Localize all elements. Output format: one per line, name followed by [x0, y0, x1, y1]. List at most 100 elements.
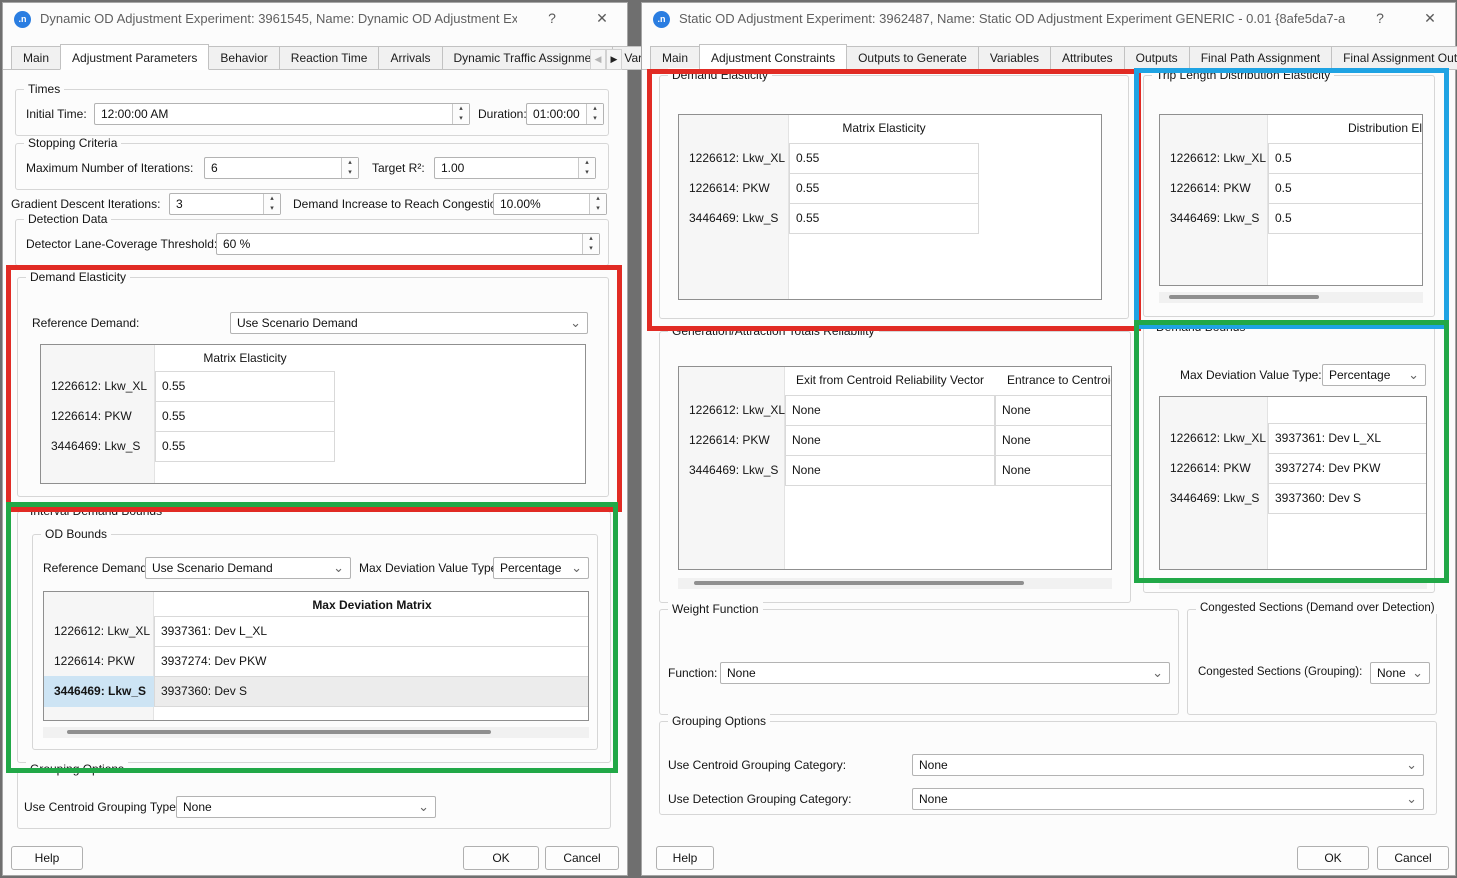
cancel-button[interactable]: Cancel: [545, 846, 619, 870]
row-header[interactable]: 1226612: Lkw_XL: [679, 143, 789, 174]
cell[interactable]: 0.55: [155, 401, 335, 432]
row-header[interactable]: 3446469: Lkw_S: [1160, 483, 1268, 514]
duration-spinbox[interactable]: 01:00:00 ▴ ▾: [526, 103, 604, 125]
cell[interactable]: None: [995, 395, 1112, 426]
cell[interactable]: 3937274: Dev PKW: [154, 646, 589, 677]
row-header[interactable]: 1226614: PKW: [44, 646, 154, 677]
od-reference-demand-select[interactable]: Use Scenario Demand ⌄: [145, 557, 351, 579]
spin-up-icon[interactable]: ▴: [587, 104, 603, 114]
tab-outputs-to-generate[interactable]: Outputs to Generate: [846, 46, 979, 70]
cell[interactable]: 3937360: Dev S: [1268, 483, 1427, 514]
row-header[interactable]: 1226614: PKW: [1160, 453, 1268, 484]
initial-time-spinbox[interactable]: 12:00:00 AM ▴ ▾: [94, 103, 470, 125]
lane-coverage-threshold-spinbox[interactable]: 60 % ▴ ▾: [216, 233, 600, 255]
spin-up-icon[interactable]: ▴: [583, 234, 599, 244]
row-header[interactable]: 3446469: Lkw_S: [679, 203, 789, 234]
row-header[interactable]: 1226612: Lkw_XL: [1160, 143, 1268, 174]
gradient-iterations-spinbox[interactable]: 3 ▴ ▾: [169, 193, 281, 215]
spin-up-icon[interactable]: ▴: [453, 104, 469, 114]
close-icon[interactable]: ✕: [593, 10, 611, 27]
row-header[interactable]: 1226614: PKW: [679, 173, 789, 204]
max-iterations-spinbox[interactable]: 6 ▴ ▾: [204, 157, 359, 179]
spin-up-icon[interactable]: ▴: [579, 158, 595, 168]
cell[interactable]: None: [995, 425, 1112, 456]
row-header[interactable]: 3446469: Lkw_S: [679, 455, 785, 486]
cancel-button[interactable]: Cancel: [1377, 846, 1449, 870]
centroid-grouping-category-select[interactable]: None ⌄: [912, 754, 1424, 776]
function-select[interactable]: None ⌄: [720, 662, 1170, 684]
help-icon[interactable]: ?: [543, 10, 561, 26]
row-header[interactable]: 1226612: Lkw_XL: [1160, 423, 1268, 454]
spin-up-icon[interactable]: ▴: [590, 194, 606, 204]
row-header[interactable]: 1226614: PKW: [41, 401, 155, 432]
scrollbar-thumb[interactable]: [1169, 295, 1319, 299]
max-deviation-type-select[interactable]: Percentage ⌄: [1322, 364, 1426, 386]
spin-up-icon[interactable]: ▴: [342, 158, 358, 168]
spin-down-icon[interactable]: ▾: [579, 168, 595, 178]
centroid-grouping-type-select[interactable]: None ⌄: [176, 796, 436, 818]
row-header[interactable]: 3446469: Lkw_S: [41, 431, 155, 462]
tab-main[interactable]: Main: [11, 46, 61, 70]
tab-reaction-time[interactable]: Reaction Time: [279, 46, 380, 70]
spinner-buttons[interactable]: ▴ ▾: [263, 194, 280, 214]
row-header[interactable]: 1226612: Lkw_XL: [679, 395, 785, 426]
scrollbar-thumb[interactable]: [67, 730, 491, 734]
tab-adjustment-parameters[interactable]: Adjustment Parameters: [60, 44, 209, 70]
spin-down-icon[interactable]: ▾: [342, 168, 358, 178]
cell[interactable]: None: [785, 395, 995, 426]
spinner-buttons[interactable]: ▴ ▾: [582, 234, 599, 254]
cell[interactable]: None: [785, 425, 995, 456]
tab-final-path-assignment[interactable]: Final Path Assignment: [1189, 46, 1332, 70]
target-r2-spinbox[interactable]: 1.00 ▴ ▾: [434, 157, 596, 179]
detection-grouping-category-select[interactable]: None ⌄: [912, 788, 1424, 810]
cell[interactable]: 3937361: Dev L_XL: [154, 616, 589, 647]
ok-button[interactable]: OK: [1297, 846, 1369, 870]
spin-down-icon[interactable]: ▾: [264, 204, 280, 214]
demand-increase-spinbox[interactable]: 10.00% ▴ ▾: [493, 193, 607, 215]
reference-demand-select[interactable]: Use Scenario Demand ⌄: [230, 312, 588, 334]
close-icon[interactable]: ✕: [1421, 10, 1439, 27]
tab-final-assignment-outputs[interactable]: Final Assignment Outputs: [1331, 46, 1457, 70]
spin-down-icon[interactable]: ▾: [583, 244, 599, 254]
spinner-buttons[interactable]: ▴ ▾: [589, 194, 606, 214]
cell[interactable]: None: [995, 455, 1112, 486]
tab-arrivals[interactable]: Arrivals: [378, 46, 442, 70]
spinner-buttons[interactable]: ▴ ▾: [578, 158, 595, 178]
tab-scroll-left-icon[interactable]: ◀: [590, 49, 606, 70]
help-icon[interactable]: ?: [1371, 10, 1389, 26]
ok-button[interactable]: OK: [463, 846, 539, 870]
cell[interactable]: 0.55: [155, 371, 335, 402]
cell[interactable]: 3937361: Dev L_XL: [1268, 423, 1427, 454]
cell-selected[interactable]: 3937360: Dev S: [154, 676, 589, 707]
help-button[interactable]: Help: [656, 846, 714, 870]
spin-up-icon[interactable]: ▴: [264, 194, 280, 204]
cell[interactable]: 0.55: [155, 431, 335, 462]
spinner-buttons[interactable]: ▴ ▾: [452, 104, 469, 124]
spin-down-icon[interactable]: ▾: [453, 114, 469, 124]
row-header-selected[interactable]: 3446469: Lkw_S: [44, 676, 154, 707]
horizontal-scrollbar[interactable]: [43, 727, 589, 738]
cell[interactable]: 0.55: [789, 203, 979, 234]
tab-behavior[interactable]: Behavior: [208, 46, 279, 70]
tab-adjustment-constraints[interactable]: Adjustment Constraints: [699, 44, 847, 70]
max-deviation-type-select[interactable]: Percentage ⌄: [493, 557, 589, 579]
horizontal-scrollbar[interactable]: [678, 578, 1112, 589]
horizontal-scrollbar[interactable]: [1159, 578, 1427, 589]
tab-dynamic-traffic-assignment[interactable]: Dynamic Traffic Assignment: [442, 46, 614, 70]
cell[interactable]: 0.5: [1268, 203, 1423, 234]
tab-scroll-right-icon[interactable]: ▶: [606, 49, 622, 70]
row-header[interactable]: 1226612: Lkw_XL: [44, 616, 154, 647]
cell[interactable]: 0.5: [1268, 143, 1423, 174]
spinner-buttons[interactable]: ▴ ▾: [586, 104, 603, 124]
spin-down-icon[interactable]: ▾: [590, 204, 606, 214]
congested-sections-grouping-select[interactable]: None ⌄: [1370, 662, 1430, 684]
row-header[interactable]: 1226612: Lkw_XL: [41, 371, 155, 402]
help-button[interactable]: Help: [11, 846, 83, 870]
row-header[interactable]: 1226614: PKW: [679, 425, 785, 456]
horizontal-scrollbar[interactable]: [1159, 292, 1423, 303]
spinner-buttons[interactable]: ▴ ▾: [341, 158, 358, 178]
tab-attributes[interactable]: Attributes: [1050, 46, 1125, 70]
tab-main[interactable]: Main: [650, 46, 700, 70]
row-header[interactable]: 3446469: Lkw_S: [1160, 203, 1268, 234]
cell[interactable]: 0.55: [789, 143, 979, 174]
